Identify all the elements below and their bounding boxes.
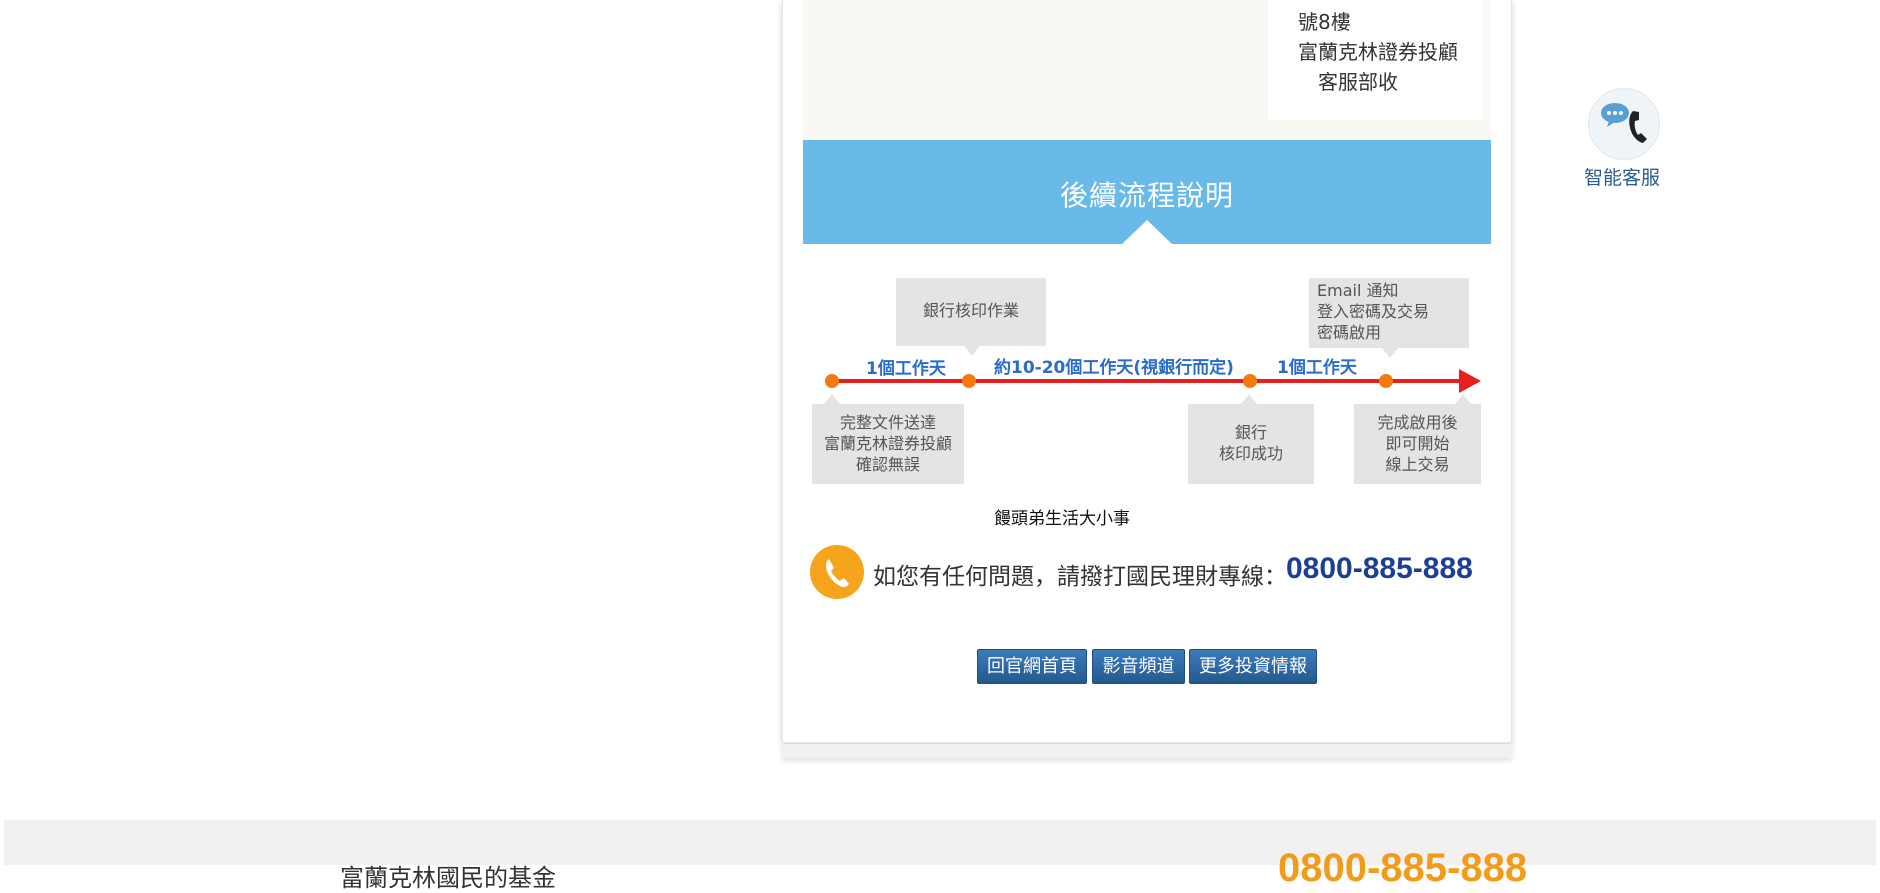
- flow-box-text: 確認無誤: [855, 455, 920, 474]
- flow-box-text: Email 通知: [1317, 281, 1399, 300]
- flow-box-text: 完成啟用後: [1377, 413, 1458, 432]
- flow-box-text: 富蘭克林證券投顧: [823, 434, 952, 453]
- hotline-number[interactable]: 0800-885-888: [1286, 552, 1473, 586]
- flow-box-start-trading: 完成啟用後 即可開始 線上交易: [1354, 404, 1481, 484]
- flow-box-text: 銀行核印作業: [922, 301, 1019, 320]
- flow-box-text: 即可開始: [1385, 434, 1450, 453]
- hotline-section: 如您有任何問題，請撥打國民理財專線： 0800-885-888: [810, 545, 1490, 601]
- flow-dot: [825, 374, 839, 388]
- footnote-text: 饅頭弟生活大小事: [994, 509, 1130, 529]
- flow-pointer: [964, 346, 980, 356]
- banner-title: 後續流程說明: [1059, 179, 1234, 212]
- banner-notch: [1121, 220, 1173, 245]
- hotline-text: 如您有任何問題，請撥打國民理財專線：: [873, 564, 1287, 590]
- flow-box-text: 核印成功: [1218, 444, 1283, 463]
- chat-label[interactable]: 智能客服: [1584, 163, 1660, 190]
- chat-phone-icon[interactable]: [1588, 88, 1660, 160]
- process-flow: 銀行核印作業 Email 通知 登入密碼及交易 密碼啟用 1個工作天 約10-2…: [803, 268, 1491, 498]
- home-button[interactable]: 回官網首頁: [977, 649, 1087, 684]
- flow-pointer: [1241, 394, 1257, 404]
- address-line-1: 號8樓: [1298, 10, 1351, 34]
- page-footer: [4, 820, 1876, 865]
- flow-pointer: [1382, 348, 1398, 358]
- flow-box-text: 銀行: [1234, 423, 1267, 442]
- address-line-3: 客服部收: [1318, 70, 1398, 94]
- flow-pointer: [824, 394, 840, 404]
- flow-arrow-head: [1459, 369, 1481, 393]
- more-info-button[interactable]: 更多投資情報: [1189, 649, 1317, 684]
- footer-text: 富蘭克林國民的基金: [340, 864, 556, 892]
- flow-box-docs-received: 完整文件送達 富蘭克林證券投顧 確認無誤: [812, 404, 964, 484]
- flow-duration-3: 1個工作天: [1277, 358, 1357, 378]
- flow-box-text: 完整文件送達: [839, 413, 936, 432]
- flow-duration-1: 1個工作天: [866, 359, 946, 379]
- phone-icon: [810, 545, 864, 599]
- flow-timeline: [833, 379, 1463, 383]
- flow-box-bank-success: 銀行 核印成功: [1188, 404, 1314, 484]
- address-box: 號8樓 富蘭克林證券投顧 客服部收: [1268, 0, 1483, 120]
- video-channel-button[interactable]: 影音頻道: [1092, 649, 1185, 684]
- address-line-2: 富蘭克林證券投顧: [1298, 40, 1458, 64]
- flow-box-text: 線上交易: [1385, 455, 1450, 474]
- footer-hotline-number: 0800-885-888: [1278, 846, 1528, 890]
- flow-dot: [1379, 374, 1393, 388]
- flow-dot: [1243, 374, 1257, 388]
- flow-box-bank-verify: 銀行核印作業: [896, 278, 1046, 346]
- flow-box-email-notice: Email 通知 登入密碼及交易 密碼啟用: [1309, 278, 1469, 348]
- flow-pointer: [1455, 394, 1471, 404]
- flow-box-text: 密碼啟用: [1317, 323, 1382, 342]
- flow-duration-2: 約10-20個工作天(視銀行而定): [994, 358, 1234, 378]
- flow-box-text: 登入密碼及交易: [1317, 302, 1430, 321]
- card-bottom-bar: [782, 744, 1512, 758]
- flow-dot: [962, 374, 976, 388]
